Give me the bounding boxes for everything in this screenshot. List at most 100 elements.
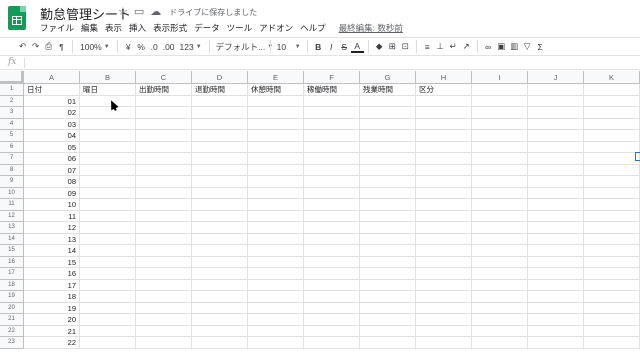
grid-cell[interactable] [416,337,472,349]
column-header[interactable]: I [472,71,528,84]
grid-cell[interactable] [528,222,584,234]
grid-cell[interactable]: 19 [24,302,80,314]
grid-cell[interactable] [528,314,584,326]
column-header[interactable]: A [24,71,80,84]
grid-cell[interactable]: 22 [24,337,80,349]
grid-cell[interactable]: 12 [24,222,80,234]
grid-cell[interactable]: 14 [24,245,80,257]
insert-comment-icon[interactable]: ▣ [495,39,508,54]
grid-cell[interactable] [136,164,192,176]
grid-cell[interactable] [136,291,192,303]
grid-cell[interactable] [528,245,584,257]
grid-cell[interactable] [584,130,640,142]
grid-cell[interactable] [248,141,304,153]
grid-cell[interactable] [248,199,304,211]
grid-cell[interactable] [360,107,416,119]
cloud-saved-icon[interactable]: ☁ [150,5,161,19]
grid-cell[interactable] [472,291,528,303]
grid-cell[interactable] [80,118,136,130]
grid-cell[interactable] [80,325,136,337]
grid-cell[interactable] [584,337,640,349]
grid-cell[interactable]: 20 [24,314,80,326]
grid-cell[interactable] [584,107,640,119]
grid-cell[interactable] [192,164,248,176]
move-folder-icon[interactable]: ▭ [134,5,144,19]
grid-cell[interactable] [80,279,136,291]
grid-cell[interactable] [192,337,248,349]
grid-cell[interactable] [360,153,416,165]
grid-cell[interactable] [472,337,528,349]
grid-cell[interactable] [528,130,584,142]
grid-cell[interactable]: 21 [24,325,80,337]
grid-cell[interactable] [192,314,248,326]
grid-cell[interactable] [584,222,640,234]
grid-cell[interactable] [80,314,136,326]
grid-cell[interactable]: 17 [24,279,80,291]
grid-cell[interactable] [80,210,136,222]
column-header[interactable]: D [192,71,248,84]
grid-cell[interactable] [528,95,584,107]
grid-cell[interactable] [136,199,192,211]
grid-cell[interactable] [472,107,528,119]
grid-cell[interactable] [192,233,248,245]
grid-cell[interactable] [416,95,472,107]
grid-cell[interactable] [304,233,360,245]
grid-cell[interactable] [248,302,304,314]
grid-cell[interactable] [360,291,416,303]
grid-cell[interactable] [472,256,528,268]
grid-cell[interactable] [528,268,584,280]
row-header[interactable]: 20 [0,302,24,314]
grid-cell[interactable] [136,268,192,280]
grid-cell[interactable] [192,199,248,211]
grid-cell[interactable] [304,337,360,349]
column-header[interactable]: F [304,71,360,84]
grid-cell[interactable] [528,337,584,349]
grid-cell[interactable] [136,337,192,349]
grid-cell[interactable] [472,245,528,257]
grid-cell[interactable] [472,164,528,176]
insert-link-icon[interactable]: ∞ [482,39,495,54]
grid-cell[interactable] [136,187,192,199]
grid-cell[interactable] [304,279,360,291]
grid-cell[interactable]: 16 [24,268,80,280]
grid-cell[interactable] [416,256,472,268]
grid-cell[interactable] [248,325,304,337]
grid-cell[interactable] [80,302,136,314]
row-header[interactable]: 16 [0,256,24,268]
row-header[interactable]: 9 [0,176,24,188]
grid-cell[interactable] [304,325,360,337]
grid-cell[interactable]: 残業時間 [360,84,416,96]
row-header[interactable]: 7 [0,153,24,165]
grid-cell[interactable] [360,118,416,130]
grid-cell[interactable]: 03 [24,118,80,130]
grid-cell[interactable] [192,153,248,165]
grid-cell[interactable] [584,199,640,211]
grid-cell[interactable] [248,314,304,326]
grid-cell[interactable] [528,291,584,303]
column-header[interactable]: G [360,71,416,84]
row-header[interactable]: 11 [0,199,24,211]
grid-cell[interactable]: 区分 [416,84,472,96]
grid-cell[interactable] [192,302,248,314]
grid-cell[interactable] [304,141,360,153]
grid-cell[interactable] [192,107,248,119]
grid-cell[interactable] [136,302,192,314]
functions-icon[interactable]: Σ [534,39,547,54]
grid-cell[interactable]: 02 [24,107,80,119]
grid-cell[interactable] [248,222,304,234]
grid-cell[interactable] [248,337,304,349]
grid-cell[interactable] [528,302,584,314]
grid-cell[interactable] [584,187,640,199]
grid-cell[interactable] [80,245,136,257]
grid-cell[interactable] [248,107,304,119]
grid-cell[interactable] [248,245,304,257]
row-header[interactable]: 23 [0,337,24,349]
grid-cell[interactable] [136,279,192,291]
grid-cell[interactable] [136,256,192,268]
grid-cell[interactable] [248,130,304,142]
decrease-decimal-button[interactable]: .0 [148,39,161,54]
menu-format[interactable]: 表示形式 [153,22,187,34]
grid-cell[interactable] [192,130,248,142]
grid-cell[interactable] [248,187,304,199]
grid-cell[interactable]: 曜日 [80,84,136,96]
